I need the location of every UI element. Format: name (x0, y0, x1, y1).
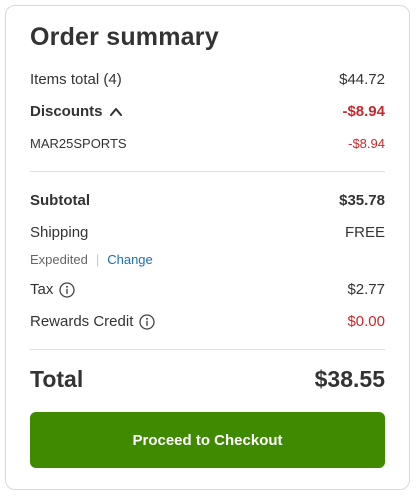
subtotal-row: Subtotal $35.78 (30, 192, 385, 209)
info-icon[interactable] (139, 313, 156, 330)
total-label: Total (30, 366, 84, 392)
items-total-row: Items total (4) $44.72 (30, 71, 385, 88)
shipping-label: Shipping (30, 224, 89, 241)
proceed-to-checkout-button[interactable]: Proceed to Checkout (30, 412, 385, 468)
tax-label: Tax (30, 281, 54, 298)
info-icon[interactable] (59, 281, 75, 298)
promo-value: -$8.94 (348, 136, 385, 151)
total-row: Total $38.55 (30, 366, 385, 393)
shipping-row: Shipping FREE (30, 224, 385, 241)
rewards-row: Rewards Credit $0.00 (30, 313, 385, 330)
discounts-toggle[interactable]: Discounts (30, 103, 123, 120)
shipping-method: Expedited (30, 252, 88, 267)
change-shipping-link[interactable]: Change (107, 252, 153, 267)
promo-code: MAR25SPORTS (30, 136, 127, 151)
items-total-value: $44.72 (339, 71, 385, 88)
promo-row: MAR25SPORTS -$8.94 (30, 136, 385, 151)
rewards-value: $0.00 (347, 313, 385, 330)
tax-value: $2.77 (347, 281, 385, 298)
chevron-up-icon (109, 105, 123, 119)
discounts-value: -$8.94 (342, 103, 385, 120)
items-total-label: Items total (4) (30, 71, 122, 88)
divider (30, 171, 385, 172)
shipping-value: FREE (344, 224, 385, 241)
divider (30, 349, 385, 350)
discounts-row: Discounts -$8.94 (30, 103, 385, 120)
discounts-label: Discounts (30, 103, 103, 120)
order-summary-card: Order summary Items total (4) $44.72 Dis… (5, 5, 410, 490)
tax-row: Tax $2.77 (30, 281, 385, 298)
total-value: $38.55 (314, 366, 385, 392)
subtotal-label: Subtotal (30, 192, 90, 209)
order-summary-title: Order summary (30, 23, 219, 51)
shipping-method-row: Expedited | Change (30, 252, 385, 267)
subtotal-value: $35.78 (339, 192, 385, 209)
separator: | (95, 252, 100, 267)
rewards-label: Rewards Credit (30, 313, 134, 330)
